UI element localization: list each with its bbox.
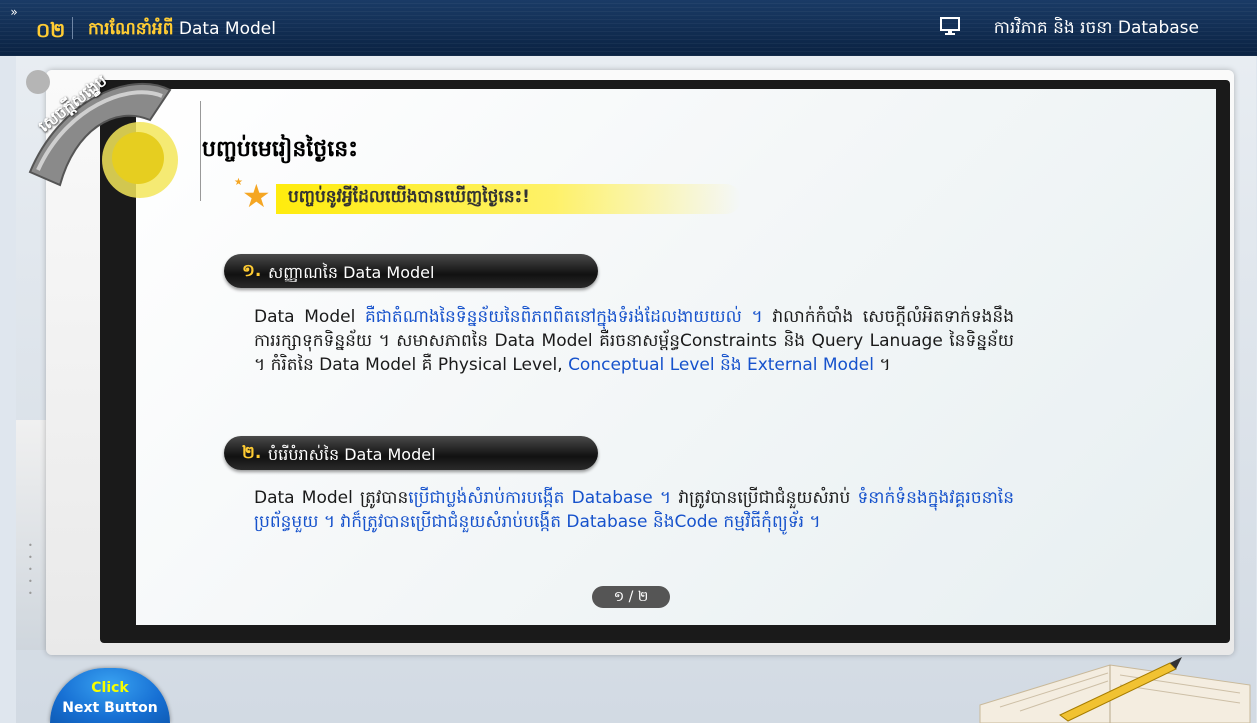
section-1-label-en: Data Model xyxy=(343,263,435,282)
slide-subtitle: បញ្ចប់នូវអ្វីដែលយើងបានឃើញថ្ងៃនេះ! xyxy=(288,187,530,207)
lesson-title-en: Data Model xyxy=(178,19,276,39)
section-2-text-a: Data Model ត្រូវបាន xyxy=(254,488,409,508)
speaker-panel xyxy=(16,420,46,650)
next-button-line1: Click xyxy=(91,680,129,696)
section-2-label-kh: បំរើបំរាស់នៃ xyxy=(268,445,340,464)
next-button-line2: Next Button xyxy=(62,700,158,716)
section-2-heading: ២. បំរើបំរាស់នៃ Data Model xyxy=(224,436,598,470)
lesson-title-kh: ការណែនាំអំពី xyxy=(88,19,174,39)
section-1-label: សញ្ញាណនៃ Data Model xyxy=(268,262,434,286)
section-1-text-d: Conceptual Level និង External Model xyxy=(568,355,874,375)
lesson-title: ការណែនាំអំពី Data Model xyxy=(88,18,276,43)
star-icon: ★ xyxy=(242,177,271,215)
section-1-text-end: ។ xyxy=(873,355,891,375)
section-2-text-b: ប្រើជាប្លង់សំរាប់ការបង្កើត Database ។ xyxy=(408,488,672,508)
top-bar: » ០២ ការណែនាំអំពី Data Model ការវិភាគ និ… xyxy=(0,0,1257,56)
section-1-text-b: គឺជាតំណាងនៃទិន្នន័យនៃពិភពពិតនៅក្នុងទំរង់… xyxy=(364,307,763,327)
header-divider xyxy=(72,17,73,39)
section-1-heading: ១. សញ្ញាណនៃ Data Model xyxy=(224,254,598,288)
speaker-dots: • • • • • xyxy=(28,541,33,598)
section-1-number: ១. xyxy=(242,261,262,281)
slide-screen: បញ្ចប់មេរៀនថ្ងៃនេះ ★ ★ បញ្ចប់នូវអ្វីដែលយ… xyxy=(136,89,1216,625)
section-2-label: បំរើបំរាស់នៃ Data Model xyxy=(268,444,436,468)
section-2-text-c: វាត្រូវបានប្រើជាជំនួយសំរាប់ xyxy=(671,488,858,508)
book-pencil-icon xyxy=(979,657,1251,723)
section-1-label-kh: សញ្ញាណនៃ xyxy=(268,263,338,282)
section-2-number: ២. xyxy=(242,443,262,463)
section-1-paragraph: Data Model គឺជាតំណាងនៃទិន្នន័យនៃពិភពពិតន… xyxy=(254,305,1014,377)
page-indicator: ១ / ២ xyxy=(592,586,670,608)
monitor-icon xyxy=(940,17,960,35)
slide-title: បញ្ចប់មេរៀនថ្ងៃនេះ xyxy=(202,137,358,162)
section-1-text-a: Data Model xyxy=(254,307,365,327)
section-2-paragraph: Data Model ត្រូវបានប្រើជាប្លង់សំរាប់ការប… xyxy=(254,486,1014,534)
lesson-number: ០២ xyxy=(36,18,66,42)
expand-icon[interactable]: » xyxy=(6,4,22,20)
title-divider xyxy=(200,101,201,201)
course-title: ការវិភាគ និង រចនា Database xyxy=(993,18,1199,38)
section-2-label-en: Data Model xyxy=(344,445,436,464)
